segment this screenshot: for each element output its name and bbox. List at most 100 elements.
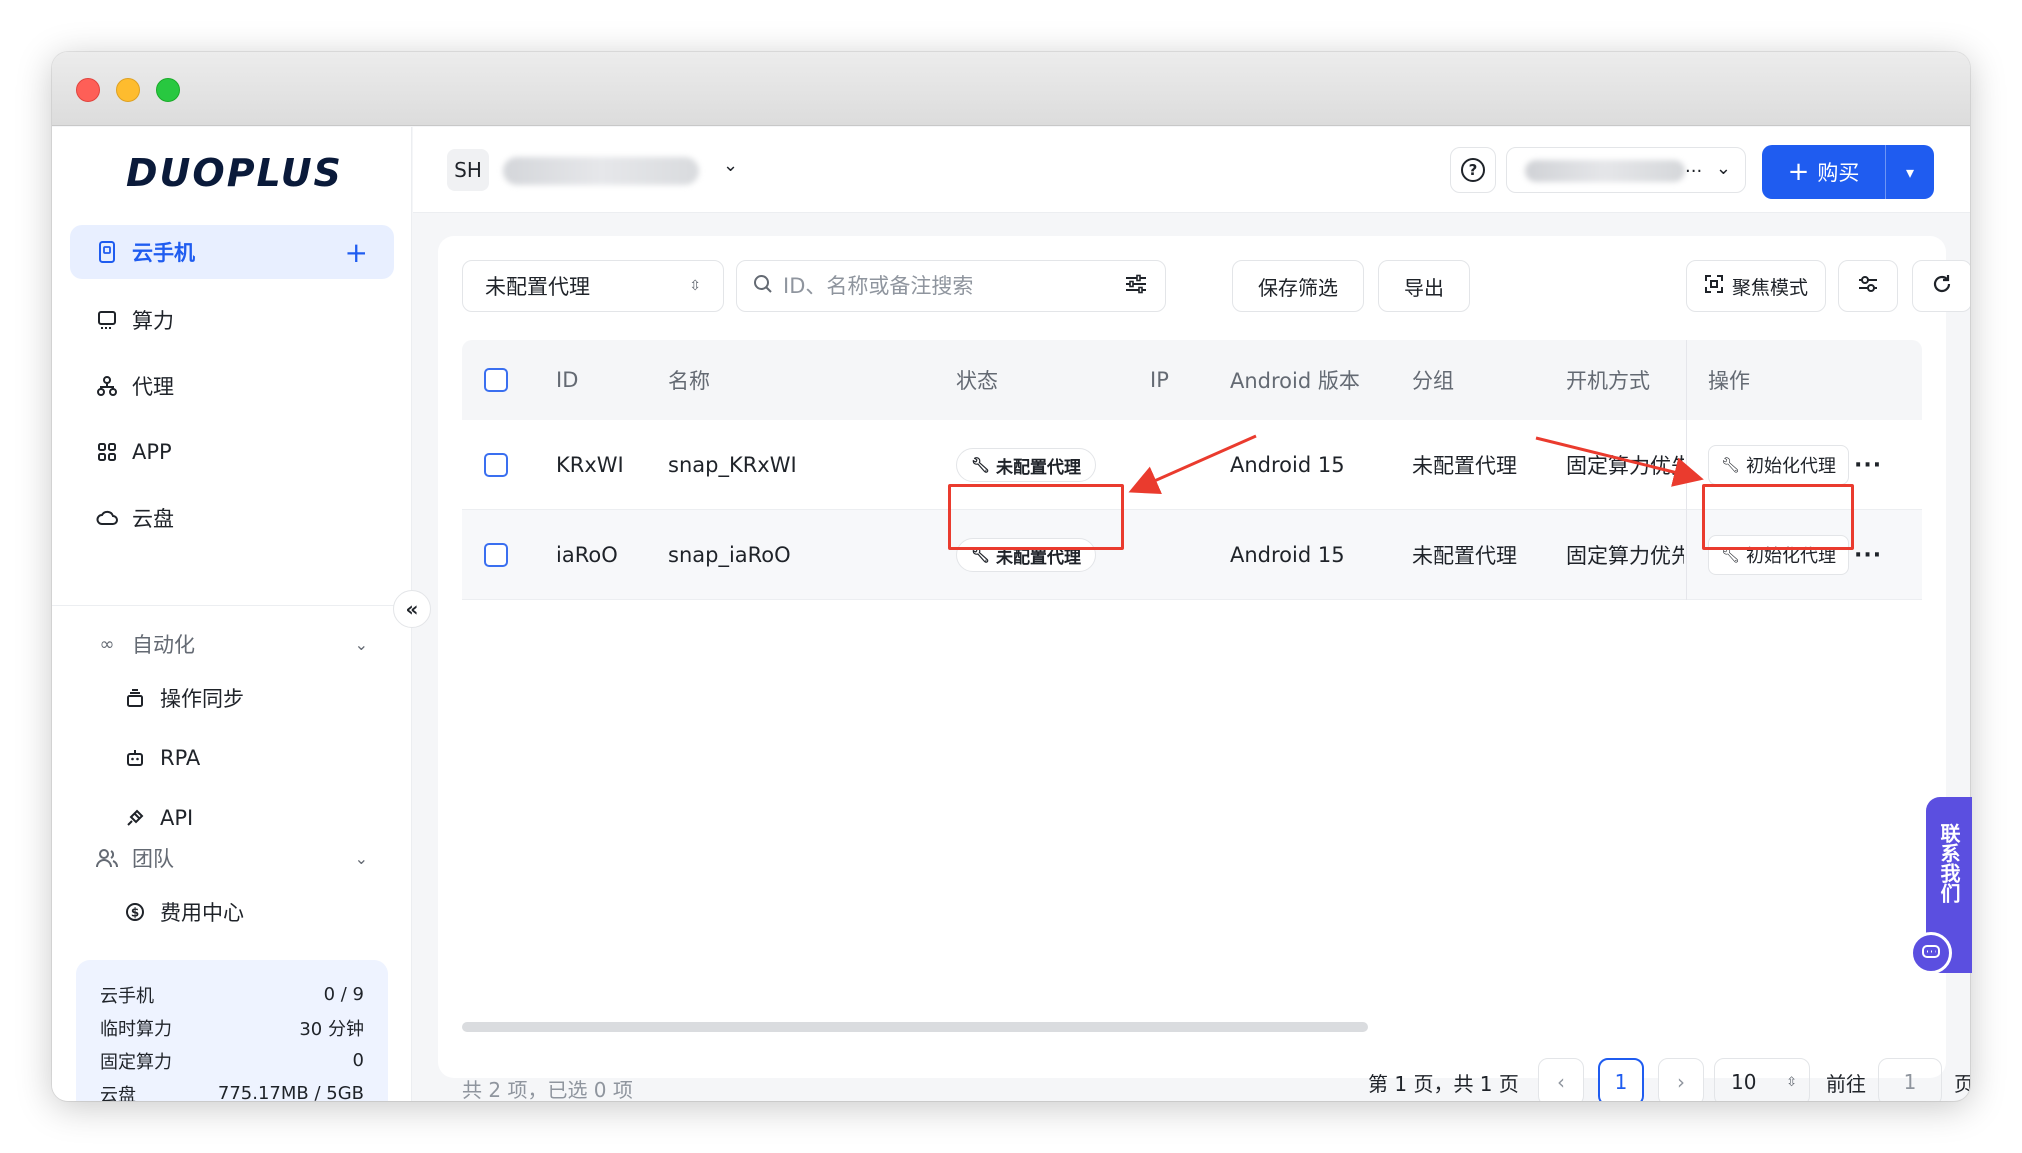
zoom-window-button[interactable]	[156, 78, 180, 102]
more-actions-button[interactable]: ···	[1854, 510, 1882, 600]
export-button[interactable]: 导出	[1378, 260, 1470, 312]
robot-icon	[122, 748, 148, 768]
focus-mode-button[interactable]: 聚焦模式	[1686, 260, 1826, 312]
status-badge[interactable]: 🔧︎ 未配置代理	[956, 448, 1097, 482]
org-name-redacted	[503, 157, 699, 185]
chevron-down-icon: ⌄	[354, 848, 368, 868]
app-window: DUOPLUS 云手机 + 算力 代理 APP 云盘 ∞ 自动化 ⌄ 操作同步 …	[52, 52, 1970, 1101]
cell-group: 未配置代理	[1412, 544, 1517, 568]
sidebar-section-team[interactable]: 团队 ⌄	[70, 833, 394, 883]
account-name-redacted	[1525, 160, 1685, 182]
updown-icon: ⇳	[1786, 1074, 1797, 1090]
column-settings-button[interactable]	[1838, 260, 1898, 312]
column-header-status: 状态	[956, 369, 998, 393]
next-page-button[interactable]: ›	[1658, 1058, 1704, 1101]
buy-button-group: + 购买 ▾	[1762, 145, 1934, 199]
sidebar-item-label: 云手机	[132, 241, 195, 265]
column-header-group: 分组	[1412, 369, 1454, 393]
quota-label: 临时算力	[100, 1018, 172, 1040]
chat-bubble-icon[interactable]	[1910, 932, 1952, 974]
annotation-highlight-status	[948, 484, 1124, 550]
row-checkbox-cell[interactable]	[484, 420, 508, 510]
refresh-button[interactable]	[1912, 260, 1970, 312]
sidebar-section-automation[interactable]: ∞ 自动化 ⌄	[70, 619, 394, 669]
help-button[interactable]: ?	[1450, 147, 1496, 193]
team-icon	[94, 848, 120, 868]
apps-grid-icon	[94, 439, 120, 465]
save-filter-button[interactable]: 保存筛选	[1232, 260, 1364, 312]
sidebar-item-billing[interactable]: $ 费用中心	[122, 890, 244, 934]
collapse-sidebar-button[interactable]: «	[393, 590, 431, 628]
cell-group: 未配置代理	[1412, 454, 1517, 478]
column-header-name: 名称	[668, 369, 710, 393]
sidebar-item-cloud-phone[interactable]: 云手机 +	[70, 225, 394, 279]
proxy-filter-select[interactable]: 未配置代理 ⇳	[462, 260, 724, 312]
settings-sliders-icon	[1857, 274, 1879, 299]
buy-dropdown-button[interactable]: ▾	[1886, 145, 1934, 199]
quota-row: 临时算力 30 分钟	[100, 1011, 364, 1044]
quota-label: 固定算力	[100, 1051, 172, 1073]
page-number-button[interactable]: 1	[1598, 1058, 1644, 1101]
goto-label: 前往	[1826, 1071, 1866, 1096]
search-box[interactable]	[736, 260, 1166, 312]
quota-value: 0	[352, 1050, 364, 1071]
horizontal-scrollbar[interactable]	[462, 1022, 1368, 1032]
chevron-down-icon: ⌄	[1715, 158, 1731, 179]
buy-button[interactable]: + 购买	[1762, 145, 1886, 199]
refresh-icon	[1931, 273, 1953, 300]
select-all-checkbox-cell[interactable]	[484, 340, 508, 420]
row-checkbox[interactable]	[484, 543, 508, 567]
sidebar-item-rpa[interactable]: RPA	[122, 736, 200, 780]
org-avatar[interactable]: SH	[447, 149, 489, 191]
row-checkbox-cell[interactable]	[484, 510, 508, 600]
fixed-column-divider	[1686, 340, 1687, 600]
prev-page-button[interactable]: ‹	[1538, 1058, 1584, 1101]
column-header-boot: 开机方式	[1566, 369, 1650, 393]
filter-sliders-icon[interactable]	[1125, 274, 1147, 299]
quota-row: 固定算力 0	[100, 1044, 364, 1077]
cell-name: snap_iaRoO	[668, 543, 791, 567]
plug-icon	[122, 808, 148, 828]
sidebar-item-proxy[interactable]: 代理	[70, 359, 394, 413]
minimize-window-button[interactable]	[116, 78, 140, 102]
sidebar-item-app[interactable]: APP	[70, 425, 394, 479]
sub-item-label: RPA	[160, 746, 201, 770]
quota-value: 30 分钟	[299, 1018, 364, 1040]
cell-name: snap_KRxWI	[668, 453, 797, 477]
cell-id: KRxWI	[556, 453, 624, 477]
select-all-checkbox[interactable]	[484, 368, 508, 392]
goto-page-input[interactable]: 1	[1878, 1058, 1942, 1101]
dollar-icon: $	[122, 902, 148, 922]
contact-label: 联系我们	[1937, 823, 1961, 903]
page-size-value: 10	[1731, 1070, 1757, 1094]
page-size-select[interactable]: 10 ⇳	[1714, 1058, 1810, 1101]
close-window-button[interactable]	[76, 78, 100, 102]
init-proxy-label: 初始化代理	[1746, 456, 1837, 477]
infinity-icon: ∞	[99, 633, 115, 655]
sidebar-item-label: 算力	[132, 309, 174, 333]
sub-item-label: 费用中心	[160, 901, 244, 925]
buy-label: 购买	[1817, 161, 1860, 185]
title-bar	[52, 52, 1970, 126]
monitor-icon	[94, 307, 120, 333]
more-actions-button[interactable]: ···	[1854, 420, 1882, 510]
row-checkbox[interactable]	[484, 453, 508, 477]
chevron-down-icon: ▾	[1905, 162, 1915, 182]
selection-summary: 共 2 项，已选 0 项	[462, 1077, 633, 1102]
init-proxy-button[interactable]: 🔧︎ 初始化代理	[1708, 445, 1850, 485]
quota-row: 云手机 0 / 9	[100, 978, 364, 1011]
cloud-icon	[94, 505, 120, 531]
search-input[interactable]	[783, 274, 1103, 298]
updown-icon: ⇳	[689, 278, 701, 294]
sidebar-item-cloud-disk[interactable]: 云盘	[70, 491, 394, 545]
sidebar-item-sync[interactable]: 操作同步	[122, 676, 244, 720]
add-cloud-phone-button[interactable]: +	[345, 236, 368, 269]
sync-icon	[122, 688, 148, 708]
chevron-down-icon[interactable]: ⌄	[723, 155, 738, 176]
sidebar-item-compute[interactable]: 算力	[70, 293, 394, 347]
quota-label: 云手机	[100, 985, 154, 1007]
account-selector[interactable]: ... ⌄	[1506, 147, 1746, 193]
brand-logo[interactable]: DUOPLUS	[126, 151, 343, 195]
focus-icon	[1704, 274, 1724, 299]
cell-boot: 固定算力优先	[1566, 544, 1684, 568]
